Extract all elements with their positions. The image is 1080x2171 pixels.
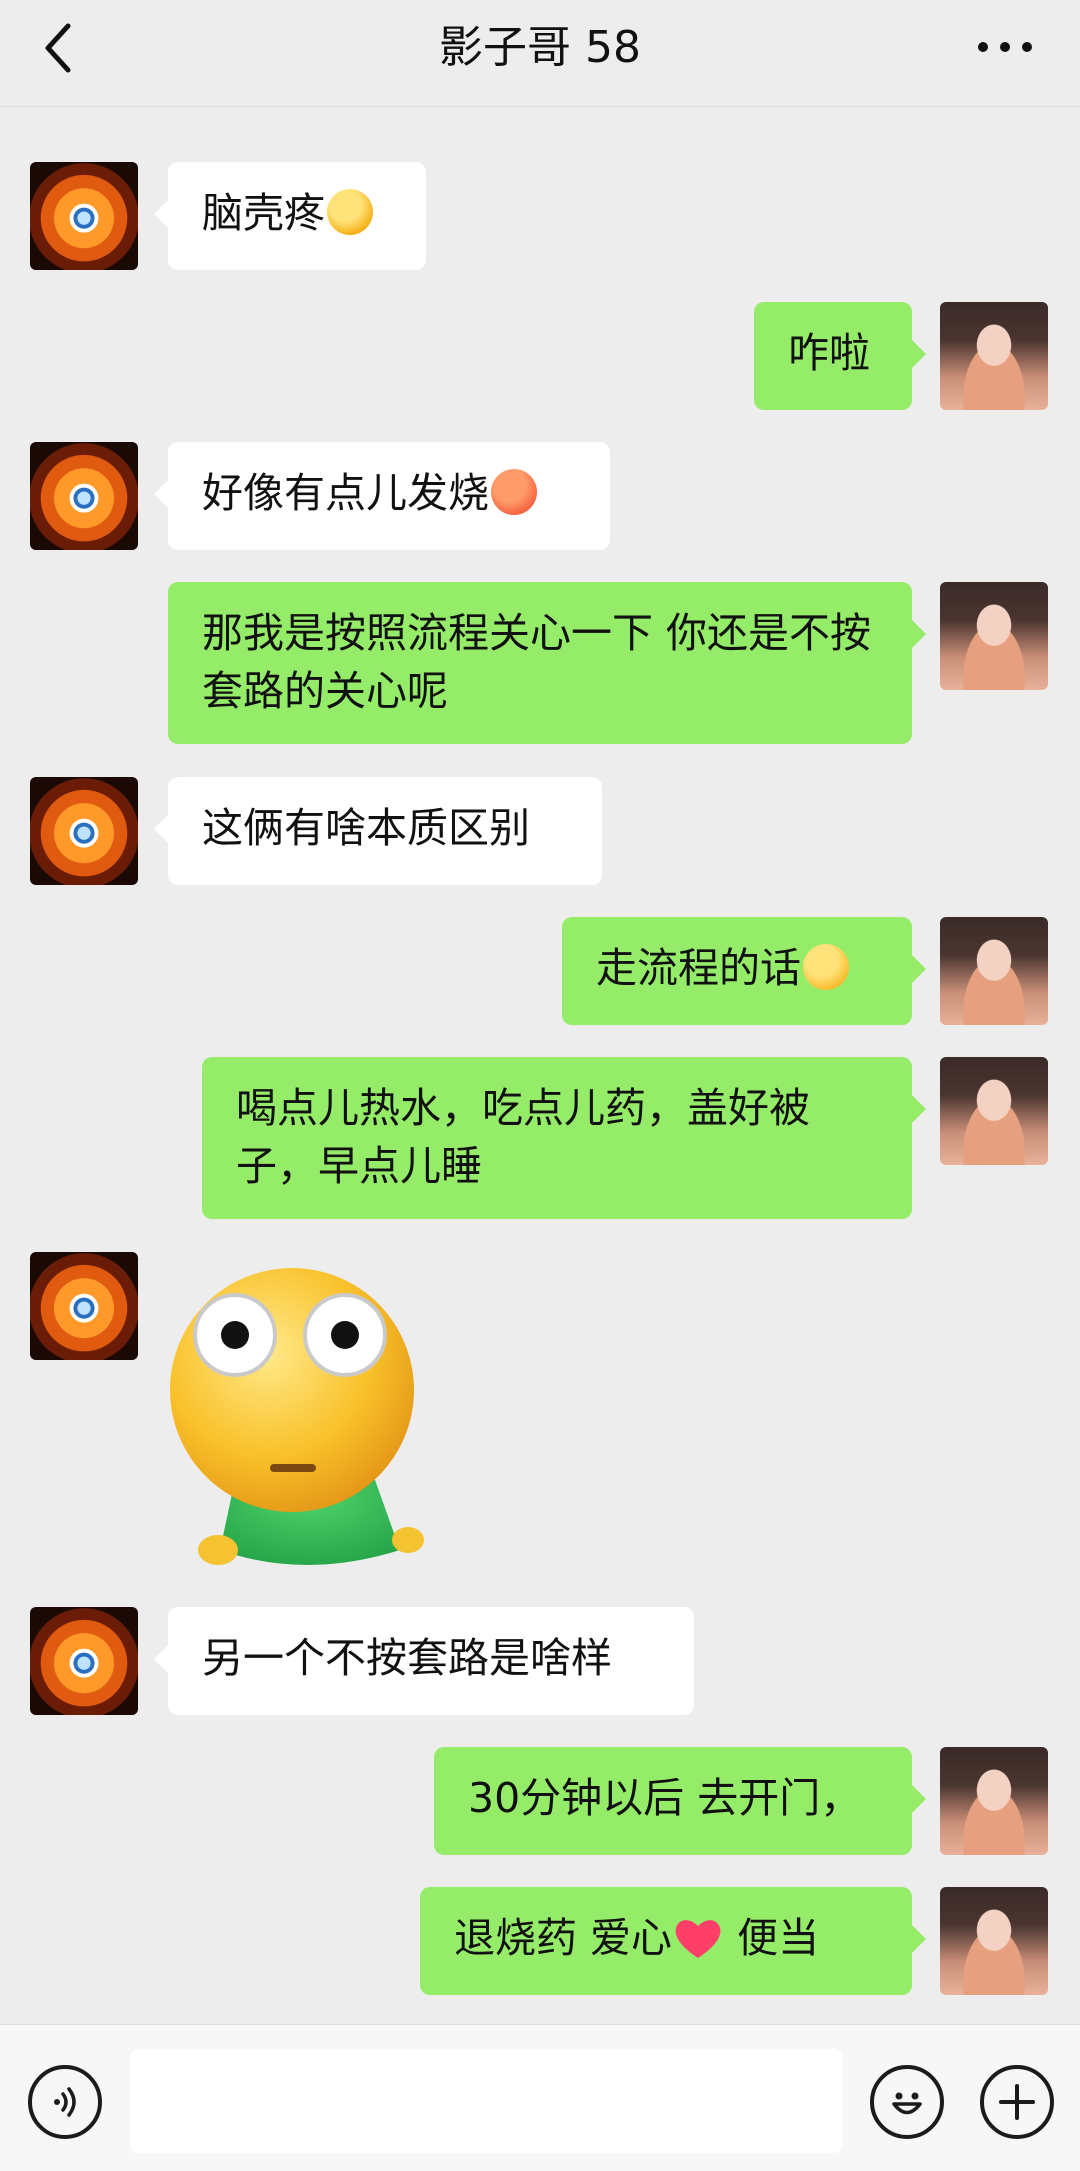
more-button[interactable] [970,22,1040,72]
message-text: 脑壳疼 [202,189,325,237]
message-text: 喝点儿热水，吃点儿药，盖好被子，早点儿睡 [236,1084,810,1190]
my-avatar[interactable] [940,917,1048,1025]
message-bubble[interactable]: 走流程的话 [562,917,926,1025]
message-bubble[interactable]: 另一个不按套路是啥样 [154,1607,694,1715]
message-text: 走流程的话 [596,944,801,992]
voice-button[interactable] [28,2065,102,2139]
contact-avatar[interactable] [30,1252,138,1360]
my-avatar[interactable] [940,1057,1048,1165]
my-avatar[interactable] [940,1747,1048,1855]
emoji-button[interactable] [870,2065,944,2139]
message-text-after: 便当 [724,1914,820,1962]
plus-icon [999,2084,1035,2120]
message-bubble[interactable]: 退烧药 爱心 便当 [420,1887,926,1995]
message-bubble[interactable]: 喝点儿热水，吃点儿药，盖好被子，早点儿睡 [202,1057,926,1219]
my-avatar[interactable] [940,582,1048,690]
chat-header: 影子哥 58 [0,0,1080,107]
input-bar [0,2024,1080,2171]
eye-roll-emoji-icon [803,944,849,990]
message-text-before: 退烧药 爱心 [454,1914,673,1962]
message-bubble[interactable]: 脑壳疼 [154,162,426,270]
contact-avatar[interactable] [30,162,138,270]
message-text: 好像有点儿发烧 [202,469,489,517]
message-bubble[interactable]: 咋啦 [754,302,926,410]
contact-avatar[interactable] [30,777,138,885]
message-bubble[interactable]: 那我是按照流程关心一下 你还是不按套路的关心呢 [168,582,926,744]
heart-emoji-icon [675,1920,721,1958]
my-avatar[interactable] [940,1887,1048,1995]
message-text: 那我是按照流程关心一下 你还是不按套路的关心呢 [202,609,872,715]
message-text: 咋啦 [788,329,870,377]
contact-avatar[interactable] [30,442,138,550]
emoji-icon [892,2092,922,2115]
message-bubble[interactable]: 这俩有啥本质区别 [154,777,602,885]
message-text: 另一个不按套路是啥样 [202,1634,612,1682]
message-input[interactable] [130,2049,842,2153]
message-bubble[interactable]: 30分钟以后 去开门， [434,1747,926,1855]
plus-button[interactable] [980,2065,1054,2139]
message-bubble[interactable]: 好像有点儿发烧 [154,442,610,550]
voice-icon [54,2087,76,2117]
hot-face-emoji-icon [491,469,537,515]
message-text: 30分钟以后 去开门， [468,1774,862,1822]
message-text: 这俩有啥本质区别 [202,804,530,852]
cry-emoji-icon [327,189,373,235]
more-dots-icon [978,42,1032,52]
chat-title: 影子哥 58 [439,22,641,73]
wide-eyed-face-sticker[interactable] [160,1250,450,1580]
contact-avatar[interactable] [30,1607,138,1715]
my-avatar[interactable] [940,302,1048,410]
